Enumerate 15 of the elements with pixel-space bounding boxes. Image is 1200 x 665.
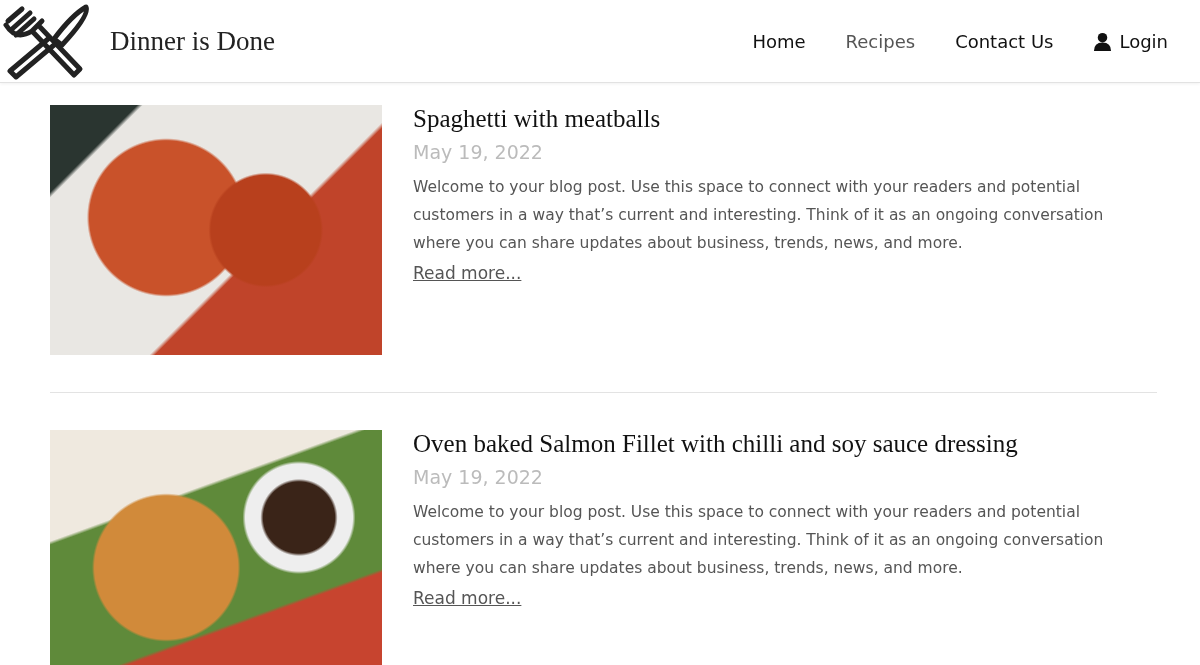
site-title[interactable]: Dinner is Done <box>110 25 275 57</box>
post-date: May 19, 2022 <box>413 466 544 488</box>
nav-link[interactable]: Home <box>752 30 806 52</box>
post-title[interactable]: Spaghetti with meatballs <box>413 105 1157 133</box>
login-link[interactable]: Login <box>1119 30 1168 52</box>
fork-and-knife-icon <box>2 1 92 81</box>
read-more-link[interactable]: Read more... <box>413 263 522 283</box>
post-title[interactable]: Oven baked Salmon Fillet with chilli and soy sauce dressing <box>413 430 1157 458</box>
post-excerpt: Welcome to your blog post. Use this space to connect with your readers and potential customers in a way that’s current and interesting. Think of it as an ongoing conversation where you can share updates about business, trends, news, and more. <box>413 177 1105 254</box>
user-icon <box>1093 31 1113 51</box>
post-excerpt: Welcome to your blog post. Use this space to connect with your readers and potential customers in a way that’s current and interesting. Think of it as an ongoing conversation where you can share updates about business, trends, news, and more. <box>413 502 1105 579</box>
nav-link[interactable]: Recipes <box>845 30 916 52</box>
nav-link[interactable]: Contact Us <box>955 30 1054 52</box>
post-date: May 19, 2022 <box>413 141 544 163</box>
read-more-link[interactable]: Read more... <box>413 588 522 608</box>
